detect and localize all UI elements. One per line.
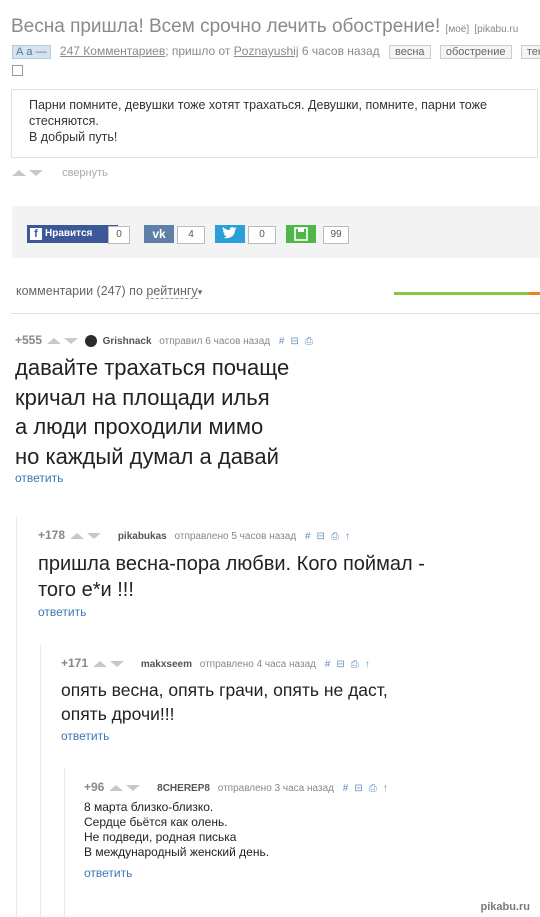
thread-line [16, 517, 17, 917]
reply-link[interactable]: ответить [15, 471, 313, 485]
comment-author[interactable]: pikabukas [118, 531, 167, 542]
collapse-icon[interactable]: ⊟ [290, 336, 298, 347]
parent-arrow-icon[interactable]: ↑ [345, 531, 350, 542]
upvote-icon[interactable] [93, 661, 108, 668]
permalink-icon[interactable]: # [279, 336, 285, 347]
downvote-icon[interactable] [87, 533, 102, 540]
tag[interactable]: тек [520, 45, 540, 59]
parent-arrow-icon[interactable]: ↑ [365, 659, 370, 670]
comment-author[interactable]: 8CHEREP8 [157, 783, 210, 794]
rating-bar-negative [529, 292, 540, 295]
author-link[interactable]: Poznayushij [234, 44, 299, 58]
twitter-icon [222, 227, 237, 239]
save-icon[interactable]: ⎙ [331, 531, 339, 542]
thread-line [64, 768, 65, 917]
permalink-icon[interactable]: # [343, 783, 349, 794]
comments-link[interactable]: 247 Комментариев [60, 44, 165, 58]
ok-count: 99 [323, 226, 349, 244]
comment-text: давайте трахаться почаще кричал на площа… [15, 355, 290, 469]
upvote-icon[interactable] [70, 533, 85, 540]
vk-share-button[interactable]: vk [144, 225, 174, 243]
upvote-icon[interactable] [47, 338, 62, 345]
post-vote-row: свернуть [12, 167, 108, 179]
comment: +555 Grishnack отправил 6 часов назад # ⊟… [15, 332, 313, 485]
reply-link[interactable]: ответить [61, 729, 388, 743]
downvote-icon[interactable] [29, 170, 43, 177]
reply-link[interactable]: ответить [38, 605, 425, 619]
share-bar: f Нравится 0 vk 4 0 99 [12, 206, 540, 258]
mine-badge[interactable]: [моё] [446, 24, 470, 35]
collapse-icon[interactable]: ⊟ [317, 531, 325, 542]
save-icon[interactable]: ⎙ [369, 783, 377, 794]
font-size-toggle[interactable]: А а — [12, 45, 51, 59]
tag[interactable]: обострение [439, 45, 512, 59]
comment-header: +178 pikabukas отправлено 5 часов назад … [38, 528, 350, 542]
comment-header: +171 makxseem отправлено 4 часа назад # ⊟… [61, 656, 370, 670]
post-meta: А а — 247 Комментариев; пришло от Poznay… [12, 44, 540, 59]
twitter-share-button[interactable] [215, 225, 245, 243]
sort-mode-dropdown[interactable]: рейтингу [146, 284, 198, 299]
post-time: 6 часов назад [301, 44, 380, 58]
odnoklassniki-share-button[interactable] [286, 225, 316, 243]
comment-score: +171 [61, 656, 89, 670]
facebook-like-button[interactable]: f Нравится [27, 225, 118, 243]
comment-text: опять весна, опять грачи, опять не даст,… [61, 680, 388, 724]
comment-score: +555 [15, 333, 43, 347]
save-icon[interactable]: ⎙ [351, 659, 359, 670]
permalink-icon[interactable]: # [325, 659, 331, 670]
comment-score: +96 [84, 780, 105, 794]
rating-bar [394, 292, 540, 295]
avatar [84, 335, 97, 348]
site-badge: [pikabu.ru [474, 24, 519, 35]
tag[interactable]: весна [388, 45, 431, 59]
vk-count: 4 [177, 226, 205, 244]
comments-sort: комментарии (247) по рейтингу▾ [16, 284, 203, 299]
downvote-icon[interactable] [64, 338, 79, 345]
upvote-icon[interactable] [109, 785, 124, 792]
comment-score: +178 [38, 528, 66, 542]
comment-author[interactable]: Grishnack [103, 336, 152, 347]
collapse-icon[interactable]: ⊟ [336, 659, 344, 670]
save-icon[interactable] [12, 65, 23, 76]
divider [11, 313, 540, 314]
save-icon[interactable]: ⎙ [305, 336, 313, 347]
comment-header: +96 8CHEREP8 отправлено 3 часа назад # ⊟ ⎙… [84, 780, 388, 794]
watermark: pikabu.ru [480, 901, 530, 913]
permalink-icon[interactable]: # [305, 531, 311, 542]
comment: +178 pikabukas отправлено 5 часов назад … [38, 527, 425, 619]
post-body: Парни помните, девушки тоже хотят трахат… [11, 89, 538, 158]
downvote-icon[interactable] [126, 785, 141, 792]
parent-arrow-icon[interactable]: ↑ [383, 783, 388, 794]
upvote-icon[interactable] [12, 170, 26, 177]
save-icon [294, 227, 308, 241]
comment-text: пришла весна-пора любви. Кого поймал - т… [38, 553, 425, 601]
comment-header: +555 Grishnack отправил 6 часов назад # ⊟… [15, 333, 313, 348]
comment-author[interactable]: makxseem [141, 659, 192, 670]
reply-link[interactable]: ответить [84, 866, 388, 880]
collapse-link[interactable]: свернуть [62, 167, 108, 179]
twitter-count: 0 [248, 226, 276, 244]
chevron-down-icon[interactable]: ▾ [198, 287, 203, 297]
facebook-count: 0 [108, 226, 130, 244]
comment: +171 makxseem отправлено 4 часа назад # ⊟… [61, 655, 388, 743]
facebook-icon: f [30, 228, 42, 240]
collapse-icon[interactable]: ⊟ [354, 783, 362, 794]
comment: +96 8CHEREP8 отправлено 3 часа назад # ⊟ ⎙… [84, 779, 388, 880]
downvote-icon[interactable] [110, 661, 125, 668]
post-title[interactable]: Весна пришла! Всем срочно лечить обостре… [11, 16, 518, 38]
comment-text: 8 марта близко-близко. Сердце бьётся как… [84, 800, 270, 859]
vk-icon: vk [152, 227, 166, 241]
thread-line [40, 645, 41, 917]
